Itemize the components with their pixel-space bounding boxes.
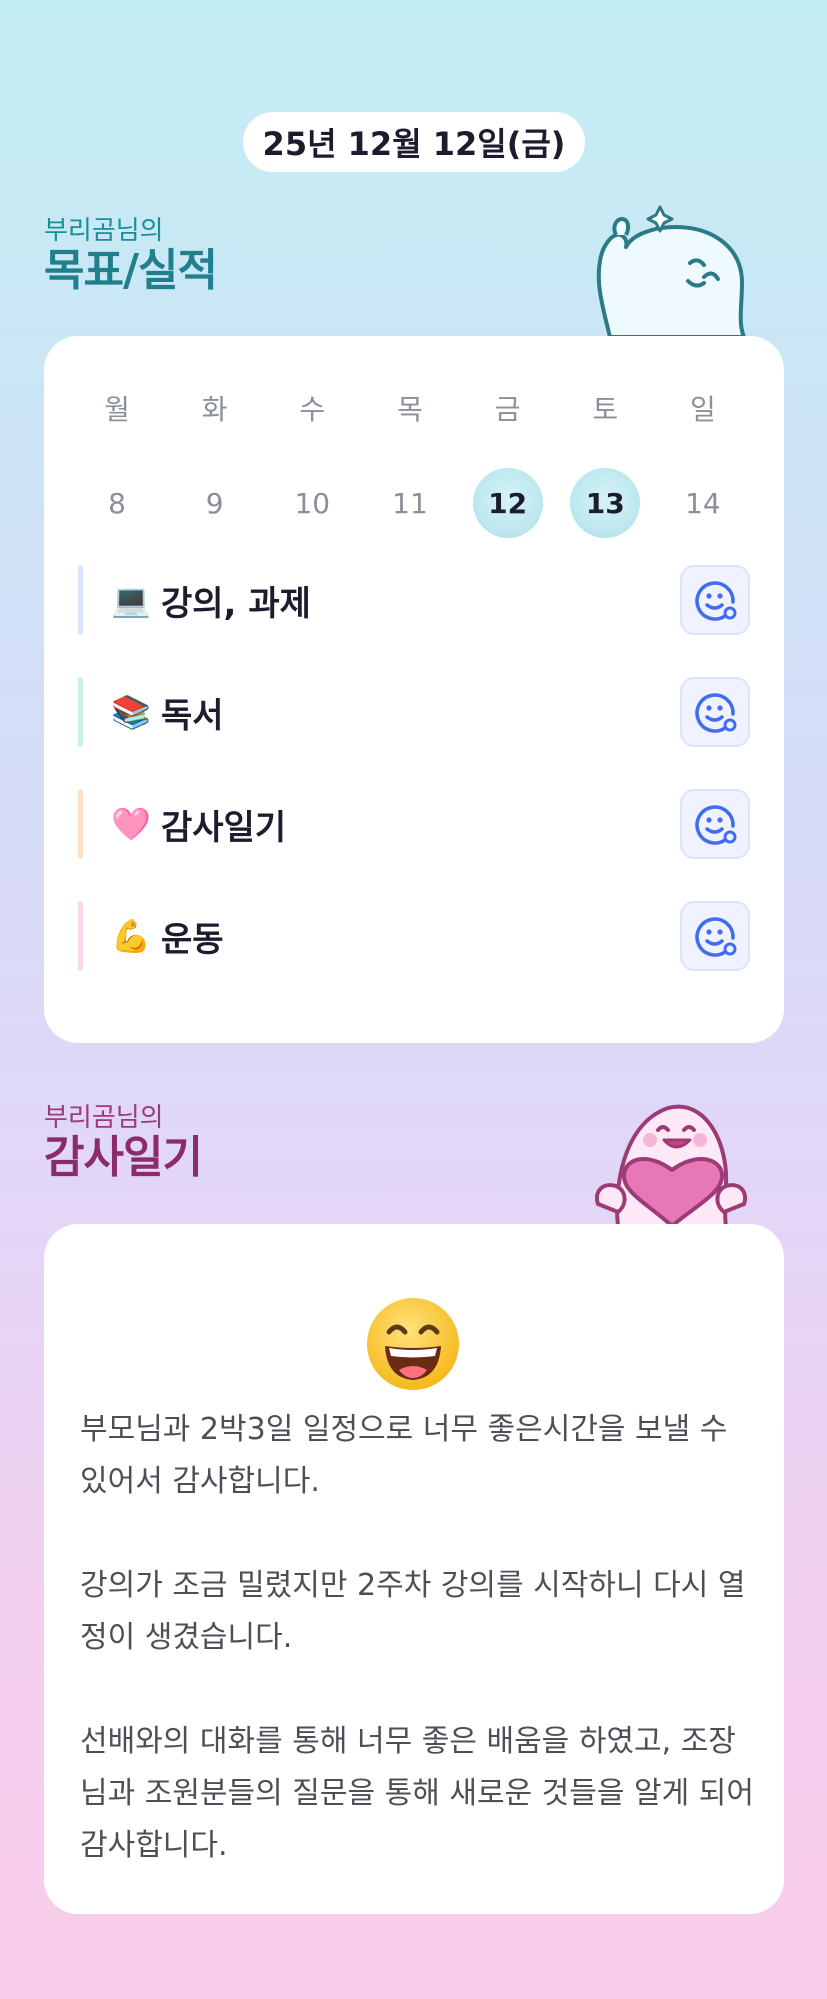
goal-item-reading[interactable]: 📚 독서 <box>78 676 750 748</box>
day-cell[interactable]: 11 <box>375 468 445 538</box>
goal-color-bar <box>78 789 83 859</box>
day-cell[interactable]: 9 <box>180 468 250 538</box>
gratitude-heading: 부리곰님의 감사일기 <box>44 1103 203 1183</box>
gratitude-paragraph: 강의가 조금 밀렸지만 2주차 강의를 시작하니 다시 열정이 생겼습니다. <box>80 1568 746 1655</box>
goals-title: 목표/실적 <box>44 245 218 296</box>
flexed-biceps-icon: 💪 <box>111 917 151 955</box>
day-row: 8 9 10 11 12 13 14 <box>82 468 738 538</box>
goal-color-bar <box>78 901 83 971</box>
day-cell[interactable]: 14 <box>668 468 738 538</box>
goal-color-bar <box>78 677 83 747</box>
smile-check-icon <box>695 805 737 845</box>
gratitude-text: 부모님과 2박3일 일정으로 너무 좋은시간을 보낼 수 있어서 감사합니다. … <box>80 1404 760 1872</box>
date-label: 25년 12월 12일(금) <box>262 125 566 163</box>
goal-label: 독서 <box>161 695 224 736</box>
weekday-label: 금 <box>494 393 521 426</box>
goals-subtitle: 부리곰님의 <box>44 216 164 246</box>
weekday-label: 토 <box>592 393 619 426</box>
goal-item-exercise[interactable]: 💪 운동 <box>78 900 750 972</box>
smile-check-icon <box>695 693 737 733</box>
gratitude-paragraph: 선배와의 대화를 통해 너무 좋은 배움을 하였고, 조장님과 조원분들의 질문… <box>80 1724 754 1863</box>
goals-card: 월 화 수 목 금 토 일 8 9 10 11 12 13 14 💻 강의, 과… <box>44 336 784 1043</box>
day-cell-selected[interactable]: 12 <box>472 468 543 538</box>
goal-check-button[interactable] <box>680 677 750 747</box>
weekday-label: 일 <box>690 393 716 426</box>
goal-label: 강의, 과제 <box>161 583 311 624</box>
week-calendar: 월 화 수 목 금 토 일 8 9 10 11 12 13 14 <box>82 388 738 538</box>
gratitude-card: 부모님과 2박3일 일정으로 너무 좋은시간을 보낼 수 있어서 감사합니다. … <box>44 1224 784 1914</box>
weekday-label: 목 <box>397 393 423 426</box>
weekday-row: 월 화 수 목 금 토 일 <box>82 388 738 428</box>
laptop-icon: 💻 <box>111 581 151 619</box>
goal-color-bar <box>78 565 83 635</box>
goal-item-lecture[interactable]: 💻 강의, 과제 <box>78 564 750 636</box>
goal-label: 운동 <box>161 919 224 960</box>
smile-check-icon <box>695 917 737 957</box>
smile-check-icon <box>695 581 737 621</box>
goal-check-button[interactable] <box>680 901 750 971</box>
goal-check-button[interactable] <box>680 789 750 859</box>
gratitude-paragraph: 부모님과 2박3일 일정으로 너무 좋은시간을 보낼 수 있어서 감사합니다. <box>80 1412 728 1499</box>
pink-heart-icon: 🩷 <box>111 805 151 843</box>
weekday-label: 월 <box>104 393 130 426</box>
day-cell-selected[interactable]: 13 <box>570 468 641 538</box>
goal-item-gratitude[interactable]: 🩷 감사일기 <box>78 788 750 860</box>
weekday-label: 수 <box>299 393 326 426</box>
gratitude-subtitle: 부리곰님의 <box>44 1103 164 1133</box>
date-pill[interactable]: 25년 12월 12일(금) <box>243 112 585 172</box>
ghost-mascot-icon <box>596 205 746 337</box>
grinning-face-icon <box>367 1298 459 1390</box>
books-icon: 📚 <box>111 693 151 731</box>
goal-label: 감사일기 <box>161 807 287 848</box>
day-cell[interactable]: 8 <box>82 468 152 538</box>
day-cell[interactable]: 10 <box>277 468 347 538</box>
goal-check-button[interactable] <box>680 565 750 635</box>
goals-heading: 부리곰님의 목표/실적 <box>44 216 218 296</box>
gratitude-title: 감사일기 <box>44 1132 203 1183</box>
weekday-label: 화 <box>201 393 228 426</box>
heart-mascot-icon <box>595 1104 747 1226</box>
